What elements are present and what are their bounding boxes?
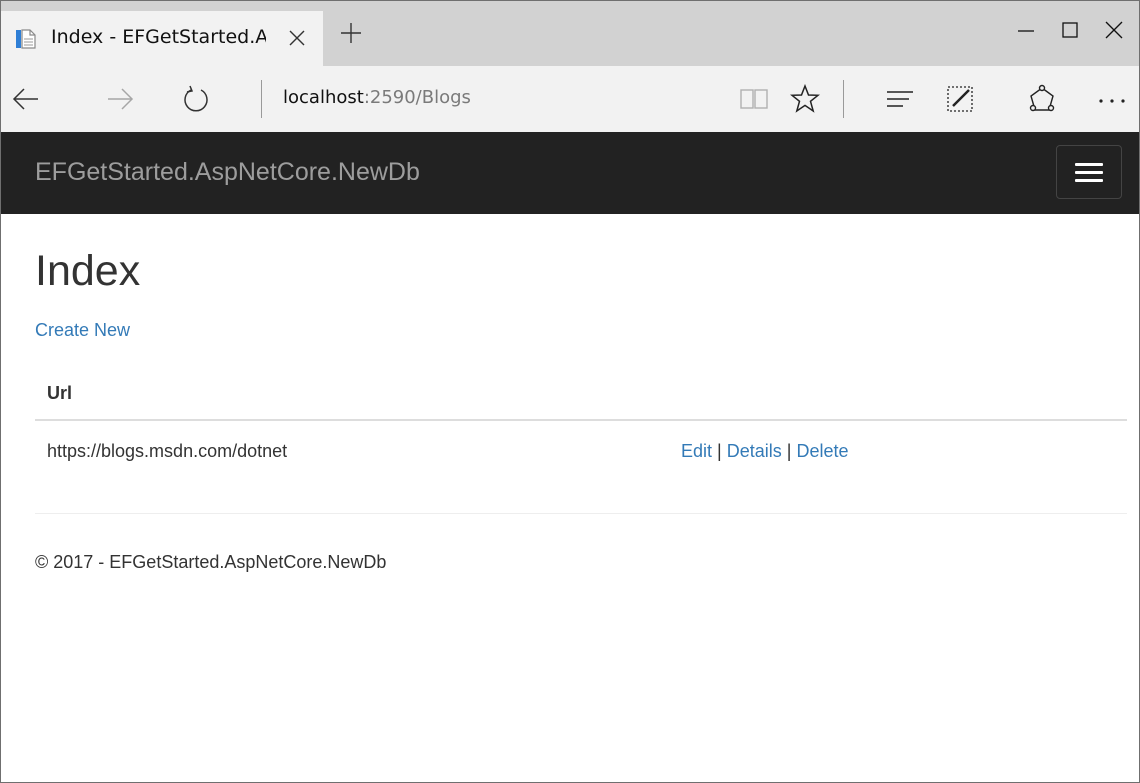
tab-strip: Index - EFGetStarted.As	[1, 1, 1139, 66]
footer-copyright: © 2017 - EFGetStarted.AspNetCore.NewDb	[35, 552, 387, 572]
url-path: :2590/Blogs	[363, 87, 471, 108]
delete-link[interactable]: Delete	[797, 441, 849, 461]
toolbar-separator	[843, 80, 844, 118]
star-icon[interactable]	[790, 84, 820, 114]
hub-icon[interactable]	[885, 84, 915, 114]
tab-title: Index - EFGetStarted.As	[51, 26, 266, 48]
url-field[interactable]: localhost:2590/Blogs	[283, 87, 471, 108]
plus-icon[interactable]	[339, 21, 363, 45]
action-separator: |	[786, 441, 792, 461]
table-cell-url: https://blogs.msdn.com/dotnet	[47, 441, 288, 461]
address-separator	[261, 80, 262, 118]
share-icon[interactable]	[1027, 84, 1057, 114]
browser-window: Index - EFGetStarted.As localhost:2590/B…	[0, 0, 1140, 783]
address-bar: localhost:2590/Blogs	[1, 66, 1139, 132]
navbar-toggle-button[interactable]	[1056, 145, 1122, 199]
refresh-icon[interactable]	[181, 84, 211, 114]
minimize-icon[interactable]	[1015, 19, 1037, 41]
edit-link[interactable]: Edit	[681, 441, 712, 461]
site-navbar: EFGetStarted.AspNetCore.NewDb	[1, 132, 1139, 214]
page-icon	[16, 29, 36, 49]
close-icon[interactable]	[287, 28, 307, 48]
pen-icon[interactable]	[945, 84, 975, 114]
footer-rule	[35, 513, 1127, 514]
url-host: localhost	[283, 87, 364, 108]
table-header-url: Url	[47, 383, 73, 403]
book-icon[interactable]	[739, 84, 769, 114]
arrow-right-icon[interactable]	[105, 84, 135, 114]
create-new-link[interactable]: Create New	[35, 320, 130, 341]
page-title: Index	[35, 247, 141, 295]
browser-tab[interactable]: Index - EFGetStarted.As	[1, 11, 323, 66]
table-header-rule	[35, 419, 1127, 421]
window-close-icon[interactable]	[1103, 19, 1125, 41]
row-actions: Edit | Details | Delete	[681, 441, 849, 462]
maximize-icon[interactable]	[1059, 19, 1081, 41]
hamburger-bar	[1075, 171, 1103, 174]
details-link[interactable]: Details	[727, 441, 782, 461]
ellipsis-icon[interactable]	[1097, 84, 1127, 114]
hamburger-bar	[1075, 163, 1103, 166]
site-brand-link[interactable]: EFGetStarted.AspNetCore.NewDb	[35, 158, 420, 187]
action-separator: |	[717, 441, 722, 461]
hamburger-bar	[1075, 179, 1103, 182]
arrow-left-icon[interactable]	[11, 84, 41, 114]
